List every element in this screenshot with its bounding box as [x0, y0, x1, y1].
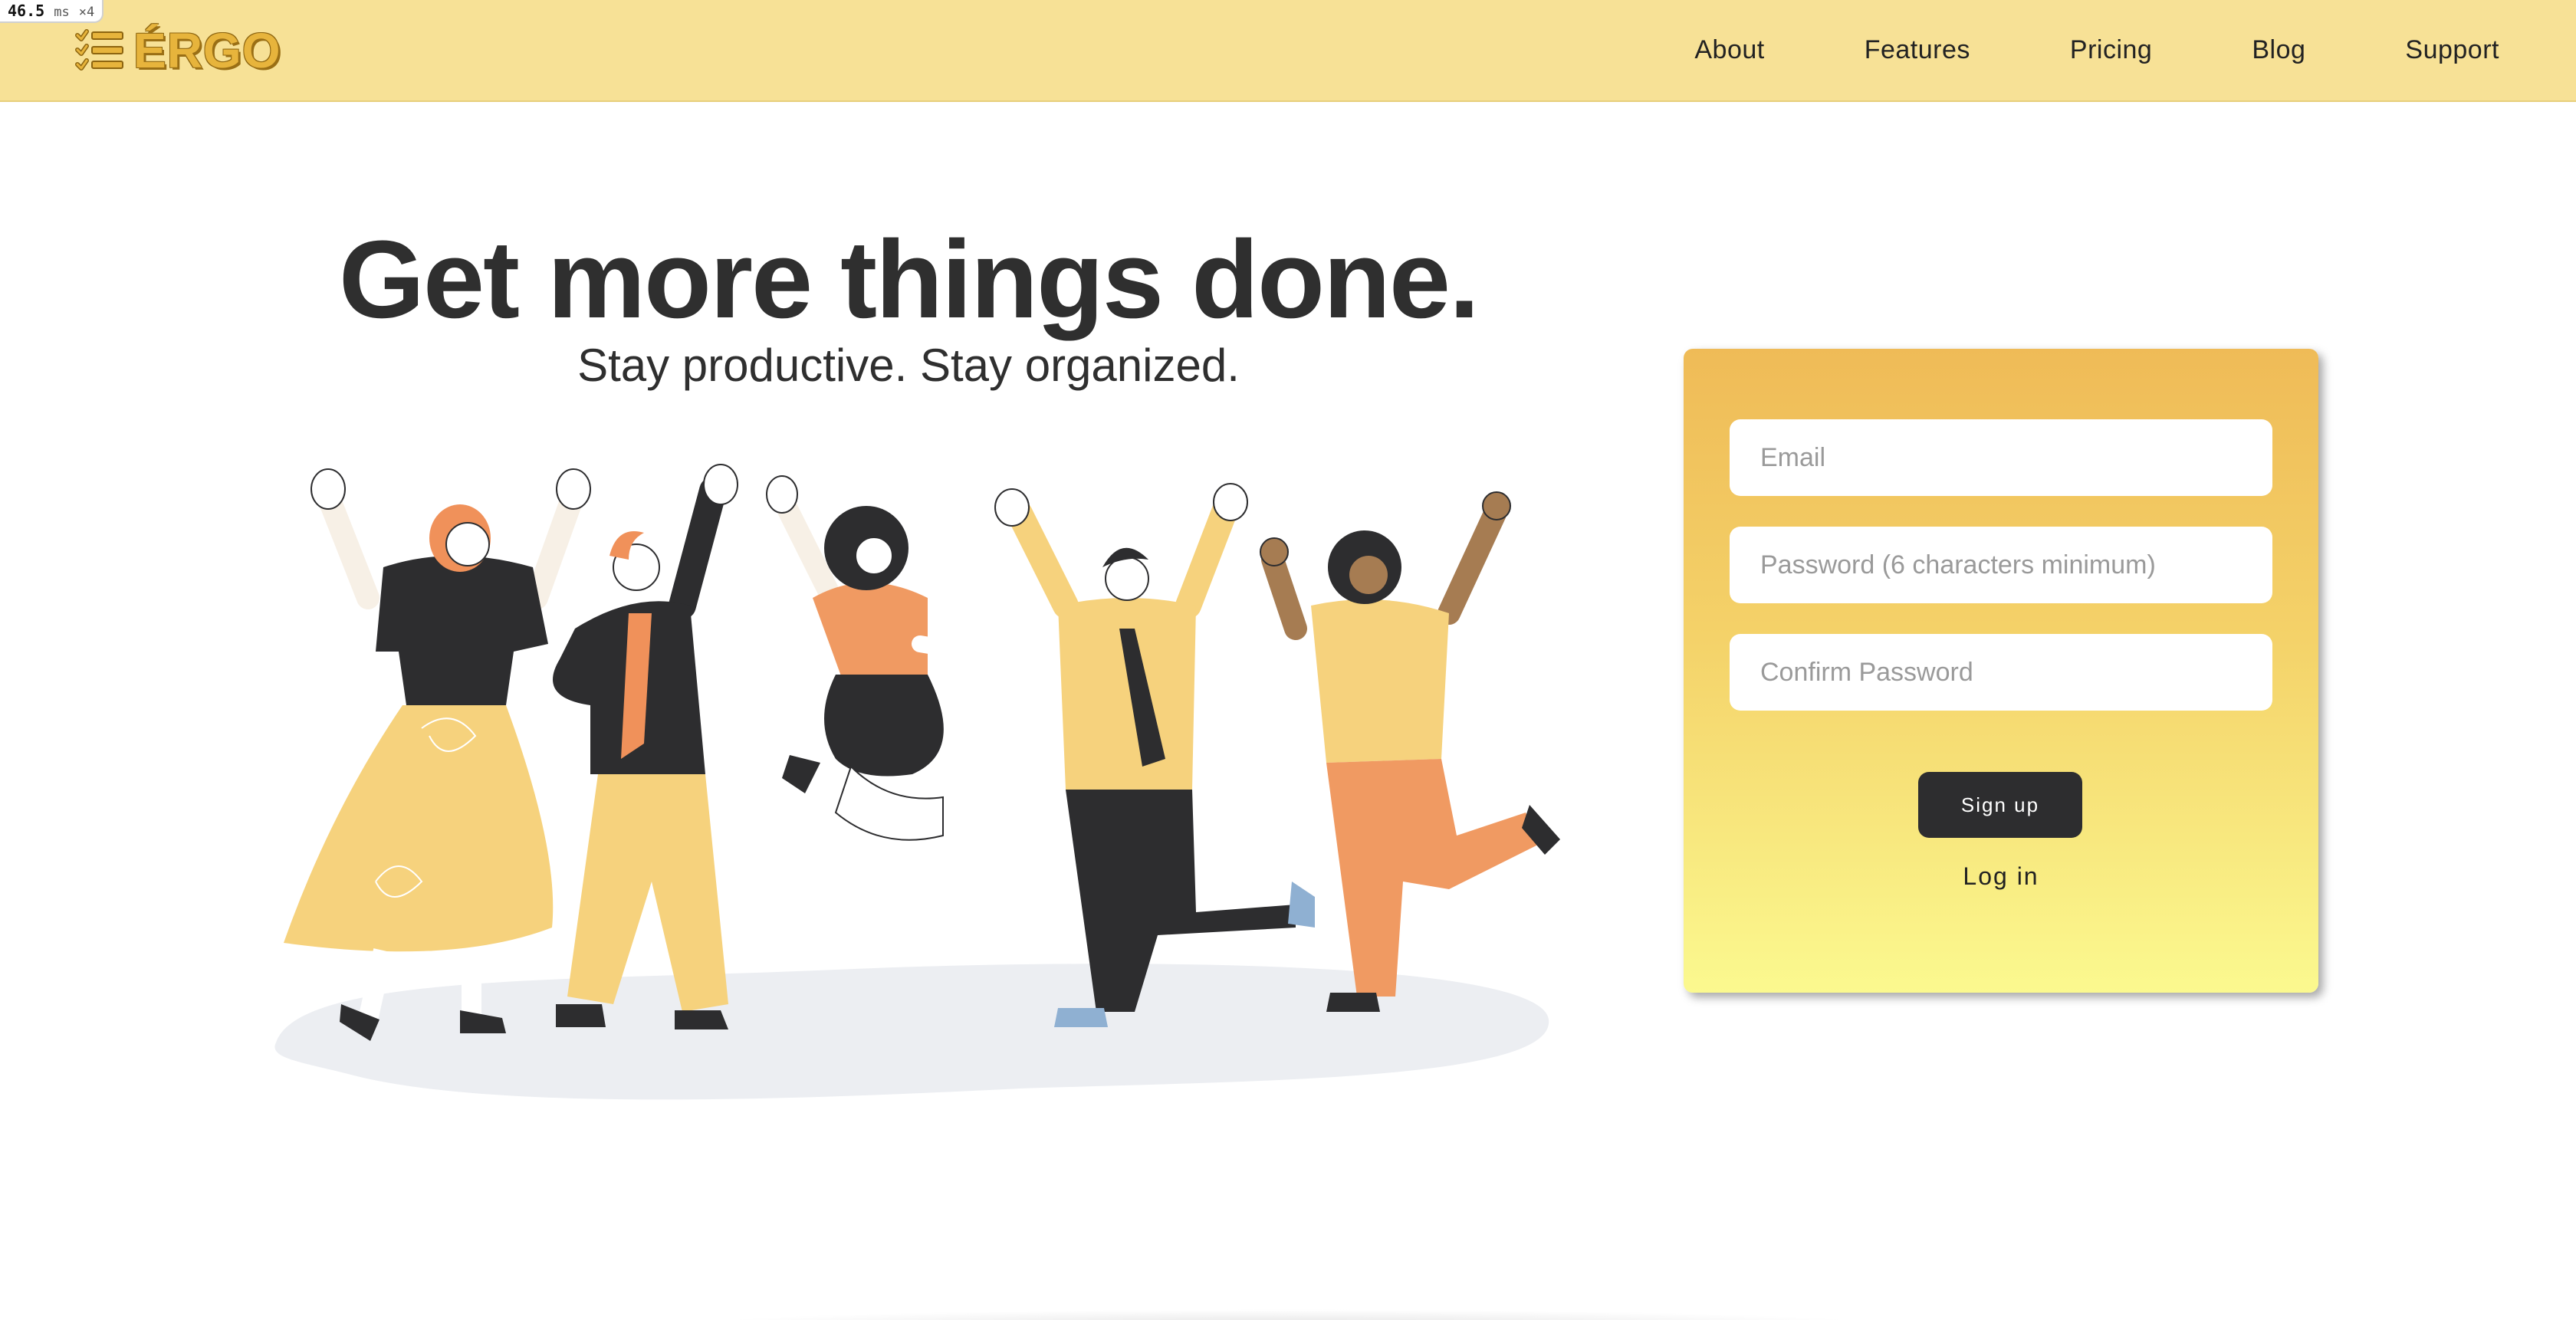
- bottom-section-shadow: [690, 1309, 1886, 1320]
- password-input[interactable]: [1730, 527, 2272, 603]
- brand-logo[interactable]: ÉRGO: [75, 20, 281, 81]
- nav-pricing[interactable]: Pricing: [2070, 35, 2152, 65]
- hero-title: Get more things done.: [338, 218, 1480, 341]
- email-input[interactable]: [1730, 419, 2272, 496]
- confirm-password-input[interactable]: [1730, 634, 2272, 711]
- top-navbar: ÉRGO About Features Pricing Blog Support: [0, 0, 2576, 102]
- nav-support[interactable]: Support: [2405, 35, 2499, 65]
- performance-badge: 46.5 ms ×4: [0, 0, 104, 23]
- checklist-icon: [75, 29, 123, 71]
- main-nav: About Features Pricing Blog Support: [1694, 0, 2499, 100]
- hero-subtitle: Stay productive. Stay organized.: [577, 340, 1240, 391]
- perf-unit: ms: [54, 5, 70, 20]
- perf-value: 46.5: [8, 2, 45, 20]
- signup-card: Sign up Log in: [1684, 349, 2318, 993]
- nav-about[interactable]: About: [1694, 35, 1764, 65]
- nav-features[interactable]: Features: [1865, 35, 1970, 65]
- brand-name: ÉRGO: [133, 23, 281, 78]
- nav-blog[interactable]: Blog: [2252, 35, 2305, 65]
- perf-multiplier: ×4: [78, 5, 95, 20]
- login-link[interactable]: Log in: [1684, 862, 2318, 891]
- signup-button[interactable]: Sign up: [1918, 772, 2082, 838]
- people-celebrating-illustration: [274, 464, 1560, 1100]
